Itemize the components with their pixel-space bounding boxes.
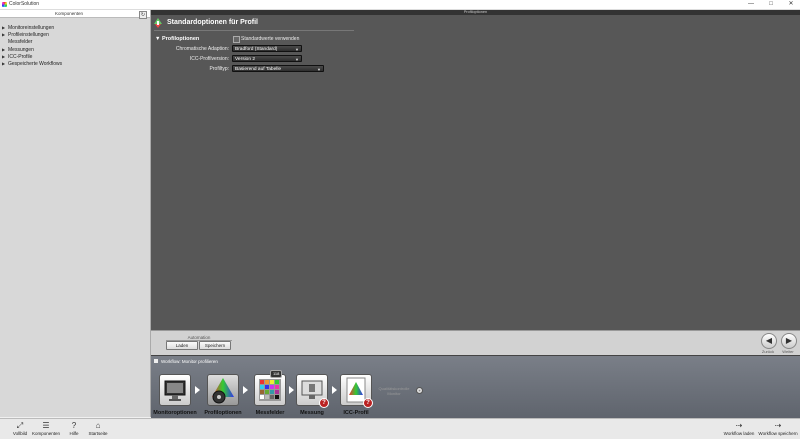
components-label: Komponenten [31,431,61,436]
step-label-icc-profil: ICC-Profil [343,410,369,416]
title-bar: ColorSolution — □ ✕ [0,0,800,10]
step-patches[interactable] [254,374,286,406]
tree-item-label: Messfelder [8,38,33,45]
home-button[interactable]: ⌂ Startseite [86,421,110,436]
page-title: Standardoptionen für Profil [167,19,258,26]
profile-type-value: Basierend auf Tabelle [235,67,282,72]
maximize-button[interactable]: □ [764,0,778,9]
components-header: Komponenten ↻ [0,10,150,19]
chevron-down-icon: ▼ [317,67,321,72]
back-label: Zurück [761,349,775,354]
chromatic-adaptation-label: Chromatische Adaption: [175,46,229,52]
save-button[interactable]: Speichern [199,341,231,350]
step-arrow-icon [195,386,200,394]
warning-icon: ? [319,398,329,408]
list-icon: ☰ [42,421,50,430]
tree-item-messungen[interactable]: ▶ Messungen [2,46,62,53]
profile-type-select[interactable]: Basierend auf Tabelle ▼ [232,65,324,72]
section-profile-options[interactable]: ▼ Profiloptionen [155,36,199,42]
main-panel: Profiloptionen Standardoptionen für Prof… [151,10,800,330]
add-quality-control-button[interactable]: + [416,387,423,394]
back-button[interactable]: ◀ [761,333,777,349]
refresh-icon[interactable]: ↻ [139,10,147,19]
components-button[interactable]: ☰ Komponenten [30,421,62,436]
workflow-panel: Workflow: Monitor profilieren Monitoropt… [151,355,800,418]
bottom-toolbar: ⤢ Vollbild ☰ Komponenten ? Hilfe ⌂ Startseit… [0,418,800,439]
home-icon: ⌂ [95,421,101,430]
profile-type-label: Profiltyp: [209,66,229,72]
chromatic-adaptation-value: Bradford (Standard) [235,47,278,52]
help-button[interactable]: ? Hilfe [66,421,82,436]
step-monitor-options[interactable] [159,374,191,406]
tree-item-label: Messungen [8,46,34,53]
use-defaults-label: Standardwerte verwenden [241,36,300,42]
monitor-icon [164,380,186,401]
patch-count-badge: 118 [270,370,283,378]
next-button[interactable]: ▶ [781,333,797,349]
tree-item-label: Monitoreinstellungen [8,25,55,31]
chromatic-adaptation-select[interactable]: Bradford (Standard) ▼ [232,45,302,52]
use-defaults-checkbox[interactable] [233,36,240,43]
help-icon: ? [71,421,77,430]
fullscreen-icon: ⤢ [16,421,24,430]
workflow-icon [154,359,158,363]
load-button[interactable]: Laden [166,341,198,350]
load-workflow-label: Workflow laden [723,431,755,436]
component-tree: ▶ Monitoreinstellungen ▶ Profileinstellung… [2,24,62,68]
step-arrow-icon [332,386,337,394]
quality-control-label: Qualitätskontrolle Monitor [378,386,410,396]
patches-icon [259,379,281,401]
warning-icon: ? [363,398,373,408]
save-workflow-button[interactable]: ⇢ Workflow speichern [758,421,798,436]
window-title: ColorSolution [9,1,40,7]
components-panel: Komponenten ↻ ▶ Monitoreinstellungen ▶ Pro… [0,10,151,417]
tree-item-profileinstellungen[interactable]: ▶ Profileinstellungen [2,31,62,38]
tree-item-label: Profileinstellungen [8,32,49,39]
load-workflow-button[interactable]: ⇢ Workflow laden [720,421,758,436]
step-profile-options[interactable] [207,374,239,406]
step-arrow-icon [243,386,248,394]
step-label-messung: Messung [300,410,324,416]
workflow-title: Workflow: Monitor profilieren [161,359,218,364]
tree-item-monitoreinstellungen[interactable]: ▶ Monitoreinstellungen [2,24,62,31]
close-button[interactable]: ✕ [784,0,798,9]
chevron-down-icon: ▼ [295,47,299,52]
next-label: Weiter [782,349,794,354]
home-label: Startseite [88,431,108,436]
save-workflow-label: Workflow speichern [758,431,798,436]
tree-item-messfelder[interactable]: Messfelder [2,39,62,46]
fullscreen-label: Vollbild [12,431,28,436]
action-bar: Automation Laden Speichern ◀ Zurück ▶ We… [151,330,800,355]
workflow-load-icon: ⇢ [735,421,743,430]
chevron-down-icon: ▼ [295,57,299,62]
help-label: Hilfe [69,431,79,436]
app-icon [2,2,7,7]
icc-version-select[interactable]: Version 2 ▼ [232,55,302,62]
divider [154,30,354,31]
tree-item-label: Gespeicherte Workflows [8,61,63,68]
tree-item-icc-profile[interactable]: ▶ ICC-Profile [2,53,62,60]
tree-item-label: ICC-Profile [8,54,33,61]
icc-version-label: ICC-Profilversion: [189,56,229,62]
icc-version-value: Version 2 [235,57,256,62]
minimize-button[interactable]: — [744,0,758,9]
profile-gear-icon [212,378,234,404]
step-arrow-icon [289,386,294,394]
panel-name: Profiloptionen [463,10,488,14]
components-header-label: Komponenten [54,11,84,16]
profile-options-icon [154,18,162,28]
step-label-profiloptionen: Profiloptionen [204,410,242,416]
fullscreen-button[interactable]: ⤢ Vollbild [10,421,30,436]
step-label-monitoroptionen: Monitoroptionen [153,410,197,416]
workflow-save-icon: ⇢ [774,421,782,430]
tree-item-gespeicherte-workflows[interactable]: ▶ Gespeicherte Workflows [2,60,62,67]
